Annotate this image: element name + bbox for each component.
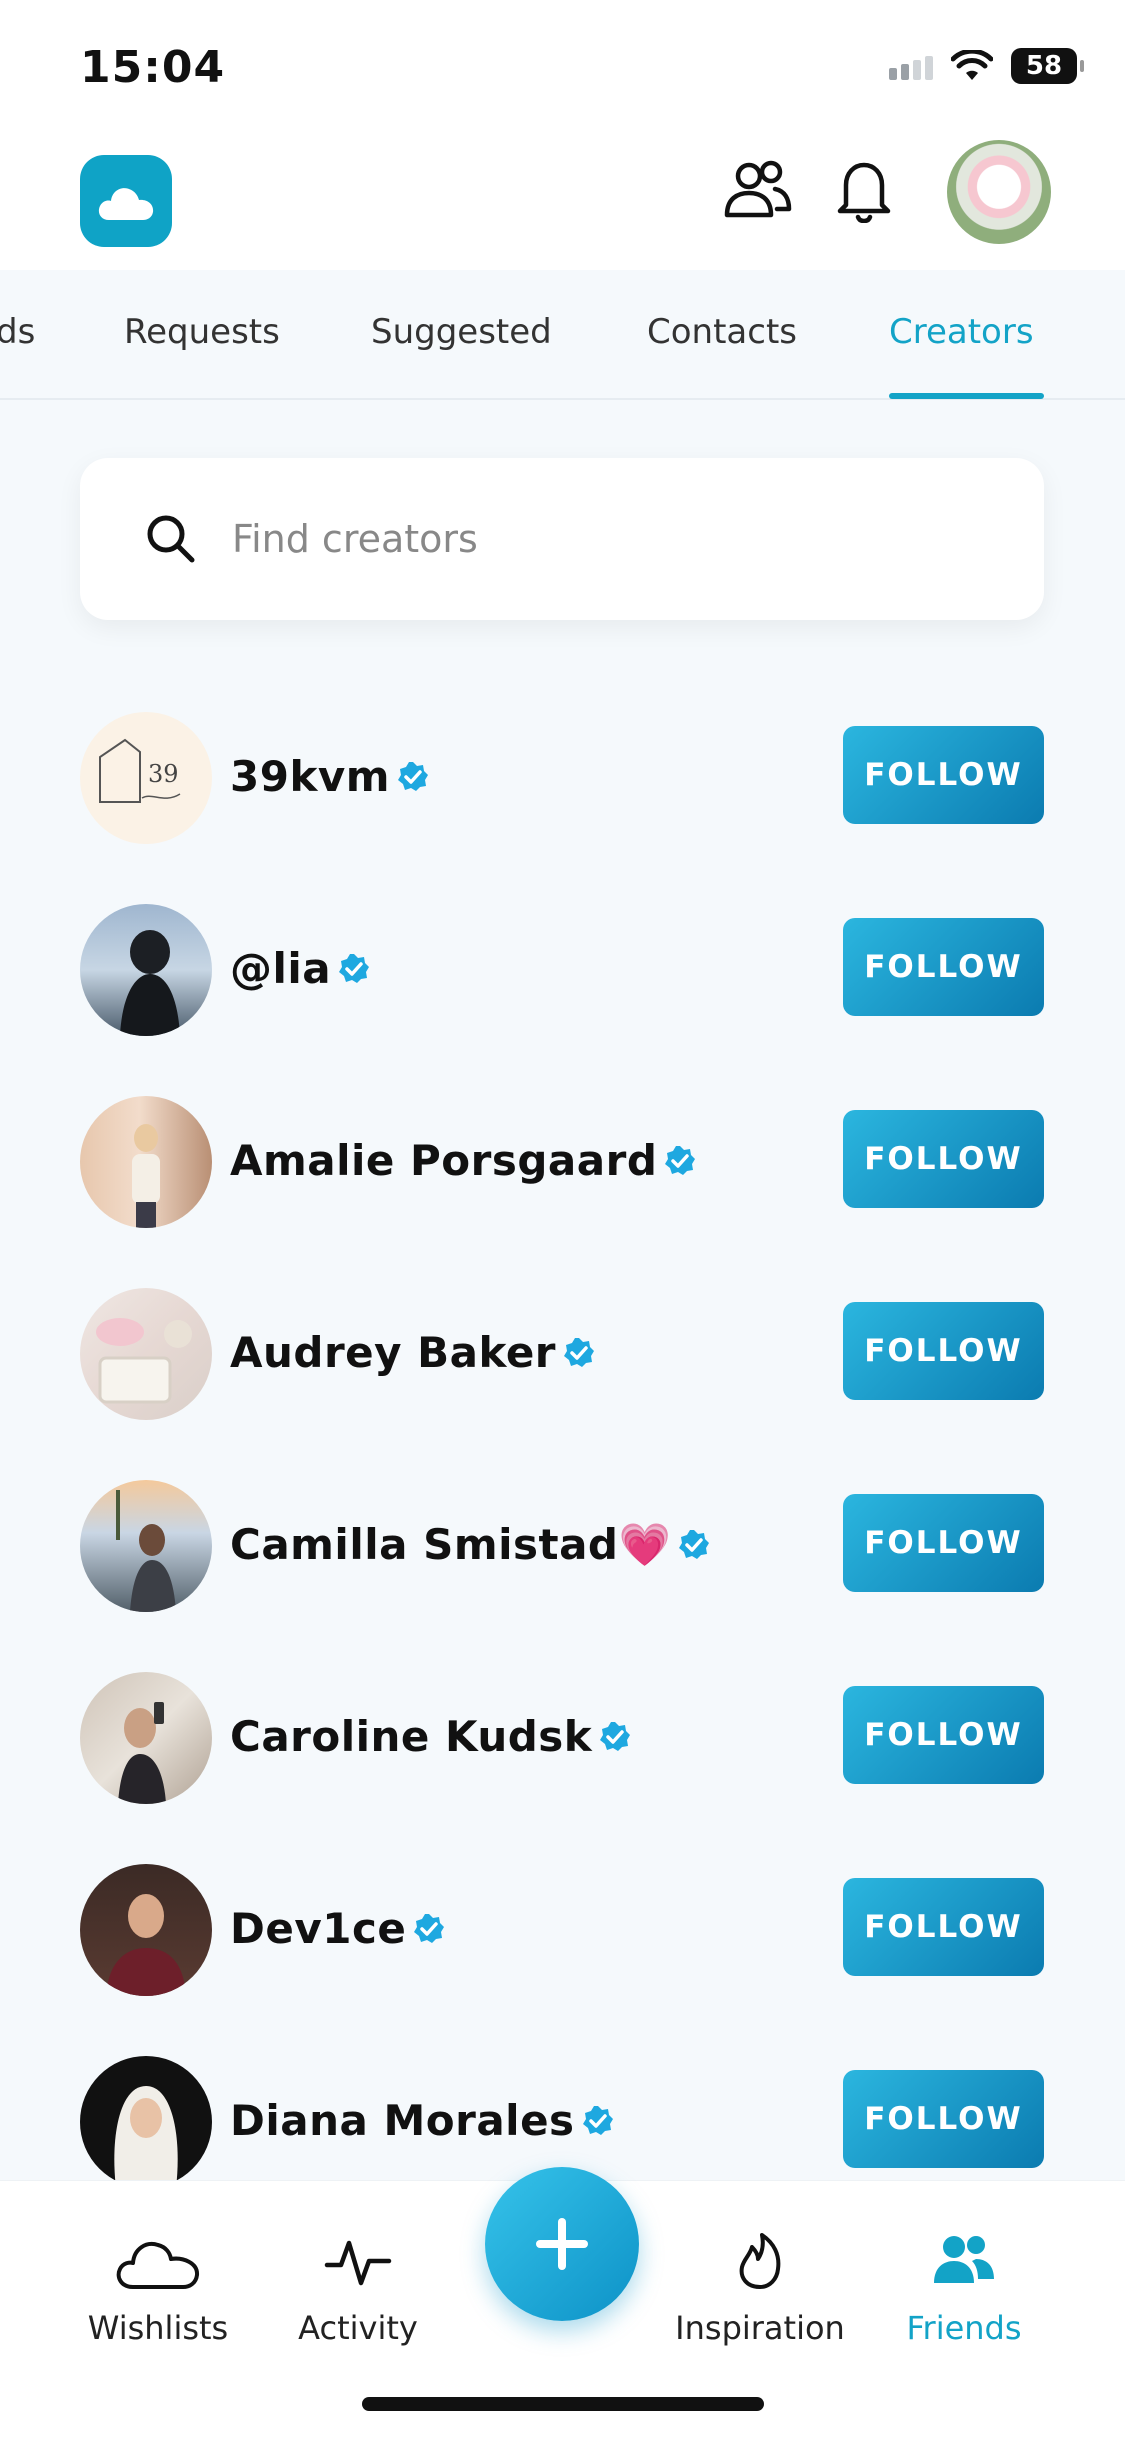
- cellular-signal-icon: [889, 52, 933, 80]
- nav-friends-label: Friends: [906, 2309, 1022, 2347]
- follow-button[interactable]: FOLLOW: [843, 918, 1044, 1016]
- friends-nav-icon: [934, 2236, 994, 2283]
- nav-activity[interactable]: Activity: [268, 2231, 448, 2347]
- tab-contacts[interactable]: Contacts: [647, 312, 797, 352]
- verified-icon: [665, 1145, 696, 1175]
- wifi-icon: [951, 50, 993, 80]
- creator-avatar[interactable]: [80, 904, 212, 1036]
- list-item: Dev1ce FOLLOW: [0, 1864, 1125, 1996]
- profile-avatar[interactable]: [947, 140, 1051, 244]
- bell-icon[interactable]: [824, 150, 904, 230]
- nav-inspiration[interactable]: Inspiration: [670, 2231, 850, 2347]
- friends-tabs: ds Requests Suggested Contacts Creators: [0, 270, 1125, 400]
- verified-icon: [398, 761, 429, 791]
- follow-button[interactable]: FOLLOW: [843, 1878, 1044, 1976]
- tab-requests[interactable]: Requests: [124, 312, 280, 352]
- creator-avatar[interactable]: 39: [80, 712, 212, 844]
- plus-icon: [536, 2218, 588, 2270]
- creator-name[interactable]: Audrey Baker: [230, 1328, 596, 1377]
- follow-button[interactable]: FOLLOW: [843, 1494, 1044, 1592]
- creator-avatar[interactable]: [80, 1288, 212, 1420]
- creator-name[interactable]: Dev1ce: [230, 1904, 446, 1953]
- follow-button[interactable]: FOLLOW: [843, 1686, 1044, 1784]
- list-item: Camilla Smistad💗 FOLLOW: [0, 1480, 1125, 1612]
- creator-name[interactable]: @lia: [230, 944, 371, 993]
- tab-suggested[interactable]: Suggested: [371, 312, 552, 352]
- search-input[interactable]: [230, 502, 994, 576]
- status-indicators: 58: [889, 48, 1084, 84]
- creator-name[interactable]: Caroline Kudsk: [230, 1712, 632, 1761]
- tab-friends[interactable]: ds: [0, 312, 35, 352]
- follow-button[interactable]: FOLLOW: [843, 726, 1044, 824]
- verified-icon: [679, 1530, 710, 1559]
- activity-icon: [324, 2240, 392, 2286]
- list-item: Amalie Porsgaard FOLLOW: [0, 1096, 1125, 1228]
- creator-avatar[interactable]: [80, 1864, 212, 1996]
- nav-inspiration-label: Inspiration: [675, 2309, 845, 2347]
- search-icon: [147, 515, 195, 563]
- verified-icon: [414, 1913, 445, 1943]
- friends-icon[interactable]: [718, 150, 798, 230]
- add-button[interactable]: [485, 2167, 639, 2321]
- battery-indicator: 58: [1011, 48, 1084, 84]
- verified-icon: [582, 2105, 613, 2135]
- app-header: [0, 140, 1125, 270]
- cloud-logo-icon[interactable]: [80, 155, 172, 247]
- verified-icon: [339, 953, 370, 983]
- active-tab-indicator: [889, 393, 1044, 399]
- creator-avatar[interactable]: [80, 1480, 212, 1612]
- creator-avatar[interactable]: [80, 1672, 212, 1804]
- creator-name[interactable]: Amalie Porsgaard: [230, 1136, 697, 1185]
- verified-icon: [564, 1337, 595, 1367]
- nav-wishlists-label: Wishlists: [87, 2309, 229, 2347]
- creator-name[interactable]: Diana Morales: [230, 2096, 615, 2145]
- status-bar: 15:04 58: [0, 0, 1125, 140]
- home-indicator: [362, 2397, 764, 2411]
- list-item: 39 39kvm FOLLOW: [0, 712, 1125, 844]
- nav-wishlists[interactable]: Wishlists: [68, 2231, 248, 2347]
- tab-creators[interactable]: Creators: [889, 312, 1034, 352]
- list-item: Audrey Baker FOLLOW: [0, 1288, 1125, 1420]
- nav-friends[interactable]: Friends: [874, 2231, 1054, 2347]
- creator-avatar[interactable]: [80, 2056, 212, 2188]
- creator-avatar[interactable]: [80, 1096, 212, 1228]
- search-box: [80, 458, 1044, 620]
- list-item: Caroline Kudsk FOLLOW: [0, 1672, 1125, 1804]
- flame-icon: [739, 2233, 781, 2289]
- status-time: 15:04: [80, 42, 226, 93]
- wishlist-cloud-icon: [116, 2242, 199, 2289]
- creator-name[interactable]: Camilla Smistad💗: [230, 1520, 711, 1570]
- nav-activity-label: Activity: [298, 2309, 418, 2347]
- verified-icon: [600, 1721, 631, 1751]
- follow-button[interactable]: FOLLOW: [843, 1302, 1044, 1400]
- creator-name[interactable]: 39kvm: [230, 752, 430, 801]
- svg-text:39: 39: [148, 760, 179, 788]
- list-item: @lia FOLLOW: [0, 904, 1125, 1036]
- follow-button[interactable]: FOLLOW: [843, 2070, 1044, 2168]
- follow-button[interactable]: FOLLOW: [843, 1110, 1044, 1208]
